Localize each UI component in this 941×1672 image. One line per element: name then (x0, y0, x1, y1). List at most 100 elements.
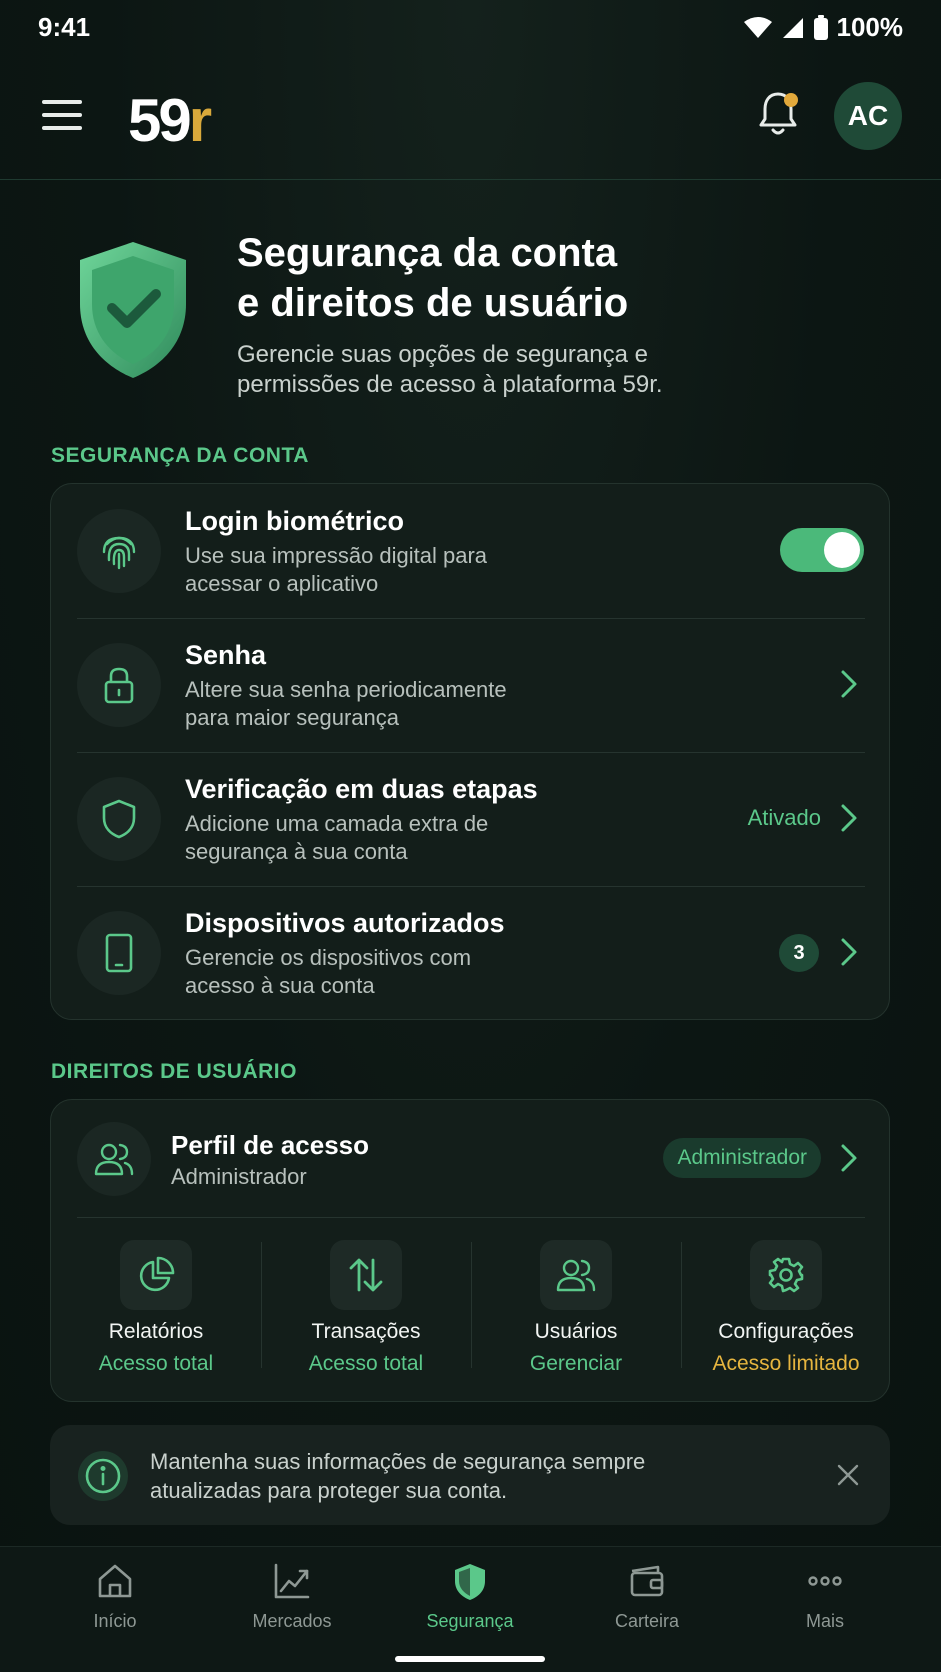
menu-icon-line (42, 113, 82, 117)
nav-item-more[interactable]: Mais (755, 1561, 895, 1641)
permission-users[interactable]: Usuários Gerenciar (471, 1218, 681, 1390)
item-description: Adicione uma camada extra de segurança à… (185, 810, 565, 866)
users-icon (540, 1240, 612, 1310)
page-title: Segurança da conta e direitos de usuário (237, 228, 877, 328)
status-badge: Ativado (747, 805, 821, 830)
bottom-navigation: Início Mercados Segurança Carteira Mais (0, 1546, 941, 1672)
nav-label: Mercados (252, 1611, 332, 1631)
info-message-line: Mantenha suas informações de segurança s… (150, 1449, 646, 1474)
battery-level: 100% (836, 12, 904, 42)
item-description: Gerencie os dispositivos com acesso à su… (185, 944, 565, 1000)
profile-title: Perfil de acesso (171, 1130, 369, 1160)
chevron-right-icon (841, 804, 857, 832)
item-description: Use sua impressão digital para acessar o… (185, 542, 565, 598)
home-icon (98, 1564, 132, 1598)
access-profile-row[interactable]: Perfil de acesso Administrador Administr… (77, 1100, 865, 1218)
users-icon (77, 1122, 151, 1196)
signal-icon (782, 17, 803, 38)
notification-dot (784, 93, 798, 107)
item-description-line: segurança à sua conta (185, 839, 408, 864)
item-description-line: Adicione uma camada extra de (185, 811, 489, 836)
section-title-rights: DIREITOS DE USUÁRIO (51, 1060, 297, 1083)
menu-icon-line (42, 100, 82, 104)
nav-label: Início (93, 1611, 137, 1631)
list-item-authorized-devices[interactable]: Dispositivos autorizados Gerencie os dis… (51, 886, 891, 1020)
item-title: Senha (185, 640, 267, 670)
permission-level: Acesso total (308, 1352, 424, 1375)
avatar[interactable]: AC (834, 82, 902, 150)
info-banner: Mantenha suas informações de segurança s… (50, 1425, 890, 1525)
item-description-line: Gerencie os dispositivos com (185, 945, 472, 970)
permission-settings[interactable]: Configurações Acesso limitado (681, 1218, 891, 1390)
shield-icon (455, 1564, 485, 1600)
fingerprint-icon (77, 509, 161, 593)
app-header: 59r AC (0, 62, 941, 180)
nav-item-home[interactable]: Início (45, 1561, 185, 1641)
chevron-right-icon (841, 670, 857, 698)
nav-label: Segurança (426, 1611, 514, 1631)
close-icon[interactable] (836, 1463, 860, 1487)
item-description-line: acessar o aplicativo (185, 571, 379, 596)
list-item-password[interactable]: Senha Altere sua senha periodicamente pa… (51, 618, 891, 752)
status-bar: 9:41 100% (0, 0, 941, 56)
permission-level: Acesso limitado (712, 1352, 860, 1375)
app-screen: 9:41 100% 59r AC Segurança da conta e di… (0, 0, 941, 1672)
page-subtitle-line: Gerencie suas opções de segurança e (237, 341, 648, 368)
more-icon (808, 1576, 842, 1586)
device-count-badge: 3 (779, 934, 819, 972)
gear-icon (750, 1240, 822, 1310)
permission-transactions[interactable]: Transações Acesso total (261, 1218, 471, 1390)
security-card: Login biométrico Use sua impressão digit… (50, 483, 890, 1020)
permission-name: Configurações (718, 1320, 854, 1343)
chevron-right-icon (841, 1144, 857, 1172)
swap-arrows-icon (330, 1240, 402, 1310)
biometric-toggle[interactable] (780, 528, 864, 572)
nav-item-wallet[interactable]: Carteira (577, 1561, 717, 1641)
battery-icon (813, 14, 828, 40)
permission-name: Usuários (534, 1320, 618, 1343)
page-title-line: e direitos de usuário (237, 281, 629, 325)
menu-button[interactable] (42, 100, 82, 136)
tablet-icon (77, 911, 161, 995)
permission-level: Acesso total (98, 1352, 214, 1375)
wifi-icon (743, 16, 772, 38)
list-item-two-step-verification[interactable]: Verificação em duas etapas Adicione uma … (51, 752, 891, 886)
wallet-icon (630, 1565, 664, 1597)
lock-icon (77, 643, 161, 727)
section-title-security: SEGURANÇA DA CONTA (51, 444, 309, 467)
profile-subtitle: Administrador (171, 1164, 307, 1189)
item-description-line: para maior segurança (185, 705, 400, 730)
item-title: Verificação em duas etapas (185, 774, 538, 804)
chevron-right-icon (841, 938, 857, 966)
info-message-line: atualizadas para proteger sua conta. (150, 1478, 508, 1503)
nav-label: Mais (805, 1611, 844, 1631)
home-indicator[interactable] (395, 1656, 545, 1662)
item-title: Dispositivos autorizados (185, 908, 505, 938)
page-subtitle: Gerencie suas opções de segurança e perm… (237, 340, 877, 400)
role-badge: Administrador (663, 1138, 821, 1178)
permission-name: Transações (311, 1320, 421, 1343)
page-title-line: Segurança da conta (237, 231, 618, 275)
permission-name: Relatórios (108, 1320, 204, 1343)
item-title: Login biométrico (185, 506, 404, 536)
logo-number: 59 (128, 87, 192, 154)
nav-item-markets[interactable]: Mercados (222, 1561, 362, 1641)
app-logo: 59r (128, 86, 212, 155)
nav-item-security[interactable]: Segurança (400, 1561, 540, 1641)
info-icon (78, 1451, 128, 1501)
item-description-line: acesso à sua conta (185, 973, 375, 998)
status-time: 9:41 (38, 12, 91, 42)
menu-icon-line (42, 126, 82, 130)
item-description-line: Altere sua senha periodicamente (185, 677, 507, 702)
logo-letter: r (188, 87, 212, 154)
item-description-line: Use sua impressão digital para (185, 543, 488, 568)
permission-reports[interactable]: Relatórios Acesso total (51, 1218, 261, 1390)
toggle-knob (824, 532, 860, 568)
shield-check-icon (80, 242, 186, 378)
permissions-grid: Relatórios Acesso total Transações Acess… (51, 1218, 891, 1390)
rights-card: Perfil de acesso Administrador Administr… (50, 1099, 890, 1402)
item-description: Altere sua senha periodicamente para mai… (185, 676, 565, 732)
shield-icon (77, 777, 161, 861)
info-message: Mantenha suas informações de segurança s… (150, 1447, 710, 1505)
status-icons: 100% (743, 12, 904, 43)
